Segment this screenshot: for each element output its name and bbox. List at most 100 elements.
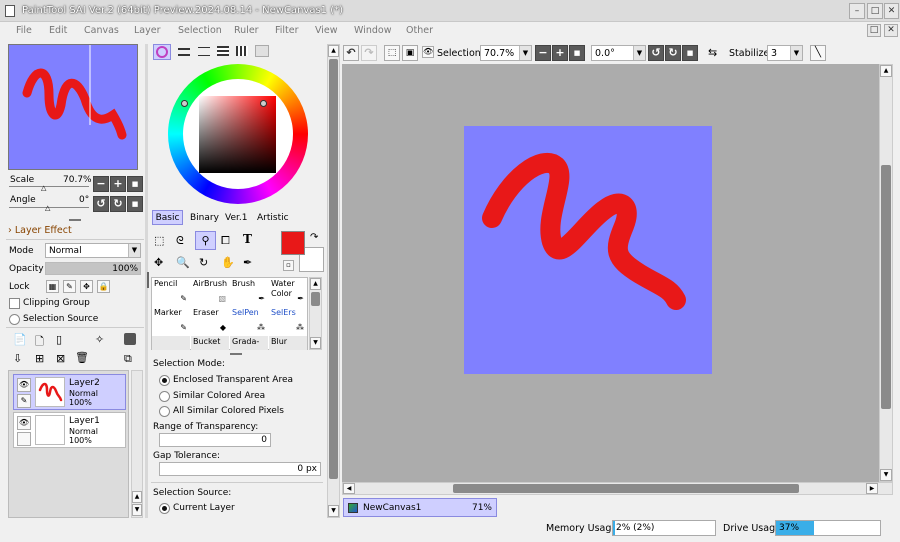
canvas-tab[interactable]: NewCanvas1 71%	[343, 498, 497, 517]
stabilizer-select[interactable]: 3 ▼	[767, 45, 803, 61]
toolbar-rotate-reset-button[interactable]: ■	[682, 45, 698, 61]
layer-mask-add-icon[interactable]	[124, 333, 136, 345]
canvas-viewport[interactable]	[342, 64, 879, 482]
scroll-up-arrow[interactable]: ▲	[132, 491, 142, 503]
undo-button[interactable]: ↶	[343, 45, 359, 61]
toolbar-rotate-right-button[interactable]: ↻	[665, 45, 681, 61]
maximize-button[interactable]: □	[867, 3, 883, 19]
toolbar-zoom-reset-button[interactable]: ■	[569, 45, 585, 61]
brush-blur[interactable]: Blur	[269, 336, 307, 350]
eye-icon[interactable]: 👁	[17, 416, 31, 430]
hsv-slider-tab[interactable]	[198, 47, 210, 56]
brush-water-color[interactable]: Water Color ✒	[269, 278, 307, 306]
canvas-vertical-scrollbar[interactable]: ▲ ▼	[879, 64, 893, 482]
layer-mask-icon[interactable]: ✧	[95, 333, 104, 346]
zoom-tool-icon[interactable]: 🔍	[176, 256, 190, 269]
swatch-tab[interactable]	[217, 46, 229, 56]
tab-artistic[interactable]: Artistic	[257, 213, 289, 223]
scratchpad-tab[interactable]	[236, 46, 248, 56]
merge-icon[interactable]: ⇩	[13, 352, 22, 365]
saturation-value-square[interactable]	[199, 96, 276, 173]
tool-panel-scroll-thumb[interactable]	[329, 59, 338, 479]
menu-view[interactable]: View	[315, 25, 338, 36]
lock-all-icon[interactable]: 🔒	[97, 280, 110, 293]
clipping-group-checkbox[interactable]	[9, 298, 20, 309]
new-folder-icon[interactable]: ▯	[56, 333, 62, 346]
sv-marker[interactable]	[260, 100, 267, 107]
brush-selpen[interactable]: SelPen ⁂	[230, 307, 268, 335]
panel-splitter-grip[interactable]	[147, 272, 149, 288]
hand-tool-icon[interactable]: ✋	[221, 256, 235, 269]
hue-marker[interactable]	[181, 100, 188, 107]
lock-transparency-icon[interactable]: ▦	[46, 280, 59, 293]
rotate-reset-button[interactable]: ■	[127, 196, 143, 212]
duplicate-icon[interactable]: ⊞	[35, 352, 44, 365]
restore-doc-button[interactable]: □	[867, 24, 881, 37]
brush-empty-slot[interactable]	[152, 336, 190, 350]
scroll-up-arrow[interactable]: ▲	[880, 65, 892, 77]
brush-brush[interactable]: Brush ✒	[230, 278, 268, 306]
close-doc-button[interactable]: ✕	[884, 24, 898, 37]
selection-visible-checkbox[interactable]: 👁	[422, 46, 434, 58]
brush-grid-scrollbar[interactable]: ▲ ▼	[309, 277, 322, 350]
menu-file[interactable]: File	[16, 25, 32, 36]
redo-button[interactable]: ↷	[361, 45, 377, 61]
rgb-slider-tab[interactable]	[178, 48, 190, 56]
canvas-hscroll-thumb[interactable]	[453, 484, 799, 493]
menu-edit[interactable]: Edit	[49, 25, 67, 36]
lock-paint-icon[interactable]: ✎	[63, 280, 76, 293]
rotate-right-button[interactable]: ↻	[110, 196, 126, 212]
brush-marker[interactable]: Marker ✎	[152, 307, 190, 335]
layer-list-scrollbar[interactable]: ▲ ▼	[131, 370, 143, 518]
gap-tolerance-input[interactable]: 0 px	[159, 462, 321, 476]
all-similar-radio[interactable]	[159, 406, 170, 417]
scroll-up-arrow[interactable]: ▲	[310, 278, 321, 290]
tab-ver1[interactable]: Ver.1	[225, 213, 247, 223]
close-button[interactable]: ✕	[884, 3, 899, 19]
menu-filter[interactable]: Filter	[275, 25, 299, 36]
scroll-down-arrow[interactable]: ▼	[328, 505, 339, 517]
scale-slider[interactable]	[9, 186, 89, 187]
scroll-up-arrow[interactable]: ▲	[328, 45, 339, 57]
eye-icon[interactable]: 👁	[17, 378, 31, 392]
layer-move-icon[interactable]: ⧠	[221, 234, 230, 248]
color-history-tab[interactable]	[255, 45, 269, 57]
flip-horizontal-icon[interactable]: ⇆	[708, 46, 717, 59]
pencil-icon[interactable]: ✎	[17, 394, 31, 408]
layer-lock-slot[interactable]	[17, 432, 31, 446]
move-view-icon[interactable]: ✥	[154, 256, 163, 269]
toolbar-rotate-left-button[interactable]: ↺	[648, 45, 664, 61]
brush-pencil[interactable]: Pencil ✎	[152, 278, 190, 306]
zoom-reset-button[interactable]: ■	[127, 176, 143, 192]
brush-airbrush[interactable]: AirBrush ▧	[191, 278, 229, 306]
selection-source-radio[interactable]	[9, 314, 20, 325]
swap-colors-icon[interactable]: ↷	[310, 232, 318, 243]
select-all-button[interactable]: ▣	[402, 45, 418, 61]
navigator-preview[interactable]	[8, 44, 138, 170]
brush-grid-scroll-thumb[interactable]	[311, 292, 320, 306]
canvas-horizontal-scrollbar[interactable]: ◀ ▶	[342, 482, 893, 495]
rotate-tool-icon[interactable]: ↻	[199, 256, 208, 269]
opacity-slider[interactable]: 100%	[45, 262, 141, 275]
text-tool-icon[interactable]: T	[243, 232, 252, 246]
mode-select[interactable]: Normal ▼	[45, 243, 141, 258]
layer-effect-header[interactable]: › Layer Effect	[8, 225, 72, 236]
menu-layer[interactable]: Layer	[134, 25, 161, 36]
lock-move-icon[interactable]: ✥	[80, 280, 93, 293]
minimize-button[interactable]: –	[849, 3, 865, 19]
zoom-in-button[interactable]: +	[110, 176, 126, 192]
panel-grip[interactable]	[230, 353, 242, 355]
enclosed-area-radio[interactable]	[159, 375, 170, 386]
scale-slider-thumb[interactable]: △	[41, 184, 46, 192]
menu-window[interactable]: Window	[354, 25, 391, 36]
toolbar-zoom-in-button[interactable]: +	[552, 45, 568, 61]
primary-color-swatch[interactable]	[281, 231, 305, 255]
brush-bucket[interactable]: Bucket	[191, 336, 229, 350]
delete-layer-icon[interactable]: 🗑	[75, 351, 89, 364]
scroll-down-arrow[interactable]: ▼	[880, 469, 892, 481]
deselect-button[interactable]: ⬚	[384, 45, 400, 61]
zoom-out-button[interactable]: −	[93, 176, 109, 192]
panel-grip[interactable]	[69, 219, 81, 221]
brush-selers[interactable]: SelErs ⁂	[269, 307, 307, 335]
layer-row-layer1[interactable]: 👁 Layer1 Normal 100%	[13, 412, 126, 448]
